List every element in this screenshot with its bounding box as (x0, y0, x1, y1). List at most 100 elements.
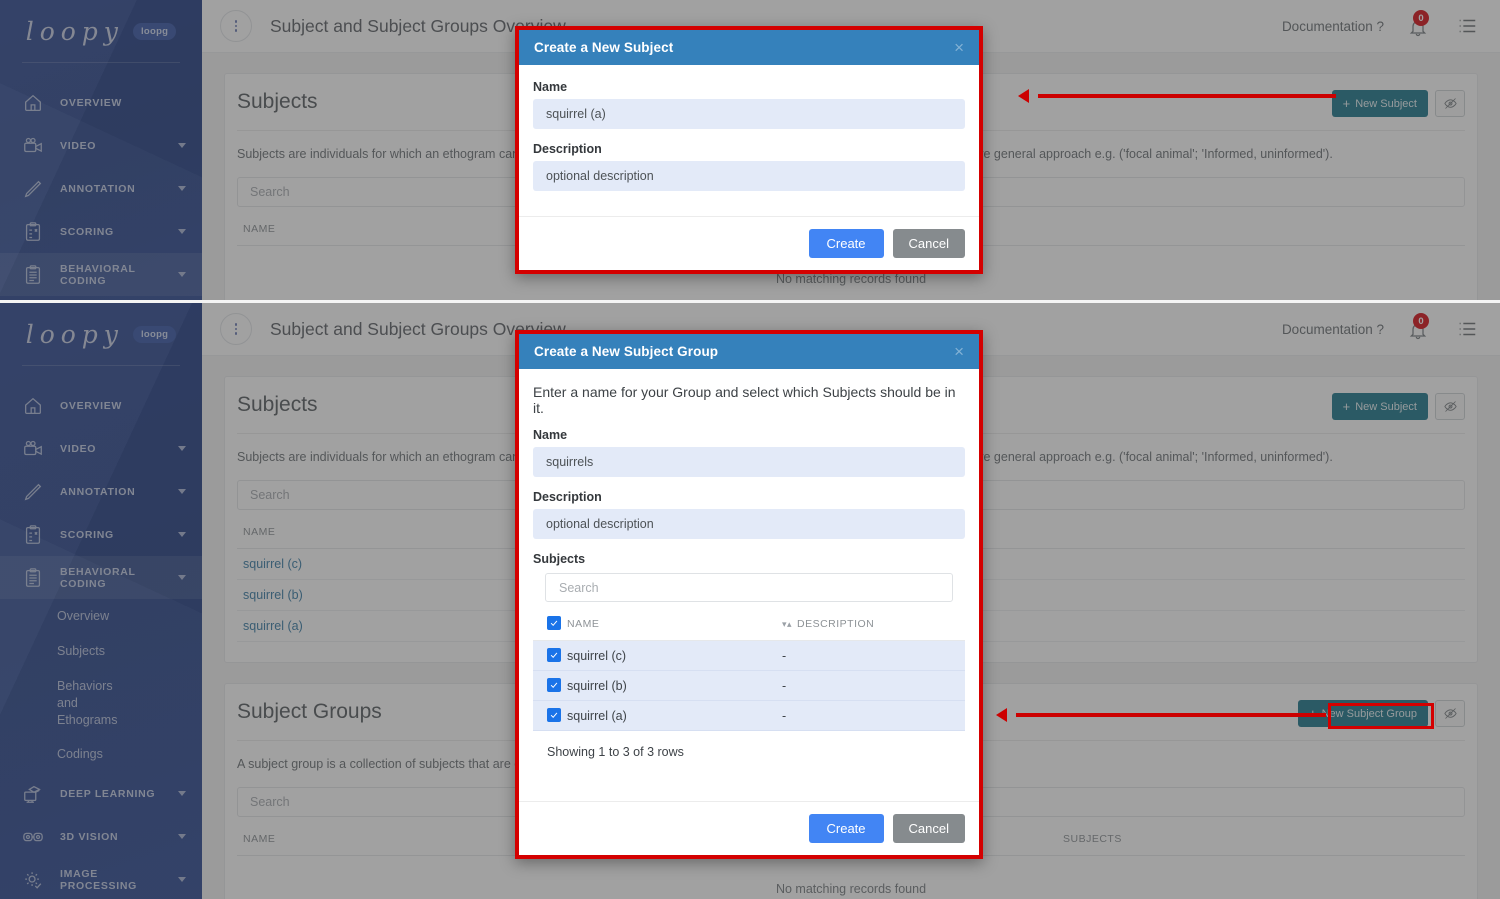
chevron-down-icon (178, 834, 186, 840)
sidebar-item-behavioral-coding[interactable]: BEHAVIORAL CODING (0, 253, 202, 296)
app-logo[interactable]: loopy loopg (0, 303, 202, 365)
select-all-header (533, 616, 567, 641)
subjects-label: Subjects (533, 552, 586, 566)
close-icon[interactable]: × (954, 343, 964, 360)
subject-description-cell: - (782, 700, 965, 731)
new-subject-button[interactable]: + New Subject (1331, 393, 1428, 420)
plus-icon: + (1342, 96, 1351, 111)
sidebar-subitem-subjects[interactable]: Subjects (0, 634, 202, 669)
close-icon[interactable]: × (954, 39, 964, 56)
new-subject-button[interactable]: + New Subject (1331, 90, 1428, 117)
card-title: Subjects (237, 393, 318, 416)
subjects-picker-search-input[interactable]: Search (545, 573, 953, 602)
sidebar-item-label: SCORING (60, 225, 114, 238)
description-input[interactable]: optional description (533, 161, 965, 191)
sidebar-top: loopy loopg OVERVIEW VIDEO ANNOTATION SC… (0, 0, 202, 300)
toggle-visibility-button[interactable] (1435, 90, 1465, 117)
table-row[interactable]: squirrel (b) - (533, 670, 965, 701)
check-icon (550, 620, 558, 627)
notifications-button[interactable]: 0 (1408, 313, 1432, 341)
video-camera-icon (20, 436, 46, 462)
create-button[interactable]: Create (808, 229, 884, 258)
column-header-subjects[interactable]: SUBJECTS (1057, 833, 1465, 857)
check-icon (550, 712, 558, 719)
column-header-name[interactable]: NAME (567, 616, 782, 641)
chevron-down-icon (178, 877, 186, 883)
sort-icon: ▾▴ (782, 618, 793, 629)
arrow-shaft (1038, 94, 1336, 98)
sidebar-item-deep-learning[interactable]: DEEP LEARNING (0, 772, 202, 815)
subject-description-cell: - (782, 640, 965, 671)
sidebar-item-behavioral-coding[interactable]: BEHAVIORAL CODING (0, 556, 202, 599)
logo-wordmark: loopy (25, 16, 124, 46)
notification-badge: 0 (1413, 10, 1429, 26)
sidebar-subitem-codings[interactable]: Codings (0, 737, 202, 772)
annotation-arrow-new-subject-group (996, 708, 1326, 722)
logo-wordmark: loopy (25, 319, 124, 349)
chevron-down-icon (178, 489, 186, 494)
chevron-down-icon (178, 272, 186, 277)
sidebar-divider (22, 365, 180, 366)
sidebar-item-3d-vision[interactable]: 3D VISION (0, 815, 202, 858)
sidebar-item-label: BEHAVIORAL CODING (60, 262, 136, 287)
notifications-button[interactable]: 0 (1408, 10, 1432, 38)
annotation-arrow-new-subject (1018, 89, 1336, 103)
video-camera-icon (20, 133, 46, 159)
chevron-down-icon (178, 186, 186, 191)
sidebar-item-overview[interactable]: OVERVIEW (0, 384, 202, 427)
home-icon (20, 393, 46, 419)
toggle-visibility-button[interactable] (1435, 700, 1465, 728)
sidebar-item-annotation[interactable]: ANNOTATION (0, 470, 202, 513)
documentation-link[interactable]: Documentation ? (1282, 322, 1384, 337)
menu-kebab-button[interactable] (220, 10, 252, 42)
modal-body: Enter a name for your Group and select w… (519, 369, 979, 801)
column-header-description[interactable]: ▾▴ DESCRIPTION (782, 616, 965, 641)
sidebar-item-label: ANNOTATION (60, 485, 136, 498)
name-input[interactable]: squirrel (a) (533, 99, 965, 129)
sidebar-item-video[interactable]: VIDEO (0, 124, 202, 167)
cancel-button[interactable]: Cancel (892, 229, 965, 258)
sidebar-item-label: DEEP LEARNING (60, 787, 156, 800)
pagination-summary: Showing 1 to 3 of 3 rows (547, 745, 684, 759)
modal-title: Create a New Subject Group (534, 344, 719, 359)
modal-body: Name squirrel (a) Description optional d… (519, 65, 979, 216)
column-header-description-label: DESCRIPTION (797, 617, 875, 630)
screenshot-root: loopy loopg OVERVIEW VIDEO ANNOTATION SC… (0, 0, 1500, 899)
sidebar-item-annotation[interactable]: ANNOTATION (0, 167, 202, 210)
modal-footer: Create Cancel (519, 801, 979, 855)
row-checkbox[interactable] (547, 648, 561, 662)
clipboard-list-icon (20, 262, 46, 288)
sidebar-item-scoring[interactable]: SCORING (0, 513, 202, 556)
sidebar-item-scoring[interactable]: SCORING (0, 210, 202, 253)
kebab-dot (234, 323, 238, 326)
documentation-link[interactable]: Documentation ? (1282, 19, 1384, 34)
list-view-button[interactable] (1456, 15, 1478, 37)
description-input[interactable]: optional description (533, 509, 965, 539)
subject-name-cell: squirrel (c) (567, 640, 782, 671)
table-row[interactable]: squirrel (c) - (533, 640, 965, 671)
row-checkbox[interactable] (547, 708, 561, 722)
kebab-dot (234, 332, 238, 335)
menu-kebab-button[interactable] (220, 313, 252, 345)
list-view-button[interactable] (1456, 318, 1478, 340)
cancel-button[interactable]: Cancel (892, 814, 965, 843)
name-input[interactable]: squirrels (533, 447, 965, 477)
toggle-visibility-button[interactable] (1435, 393, 1465, 420)
sidebar-subitem-behaviors-and-ethograms[interactable]: Behaviors and Ethograms (0, 669, 120, 738)
create-button[interactable]: Create (808, 814, 884, 843)
select-all-checkbox[interactable] (547, 616, 561, 630)
create-subject-modal: Create a New Subject × Name squirrel (a)… (515, 26, 983, 274)
topbar-actions: Documentation ? 0 (1282, 10, 1478, 38)
app-logo[interactable]: loopy loopg (0, 0, 202, 62)
sidebar-item-image-processing[interactable]: IMAGE PROCESSING (0, 858, 202, 899)
pencil-icon (20, 479, 46, 505)
table-row[interactable]: squirrel (a) - (533, 700, 965, 731)
sidebar-subitem-overview[interactable]: Overview (0, 599, 202, 634)
sidebar-item-video[interactable]: VIDEO (0, 427, 202, 470)
description-label: Description (533, 490, 602, 504)
sidebar-item-overview[interactable]: OVERVIEW (0, 81, 202, 124)
new-subject-group-label: New Subject Group (1321, 707, 1417, 720)
row-checkbox[interactable] (547, 678, 561, 692)
sidebar-item-label: VIDEO (60, 139, 97, 152)
sidebar-item-label: 3D VISION (60, 830, 119, 843)
